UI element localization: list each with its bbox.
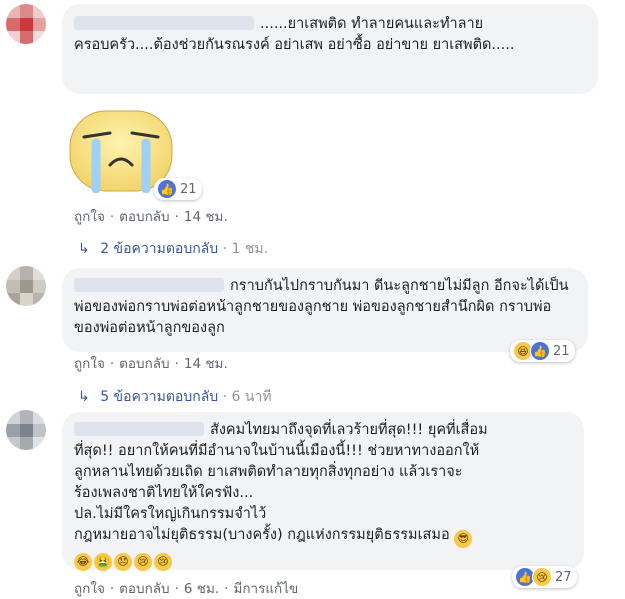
avatar[interactable] <box>6 4 46 44</box>
comment-bubble: ......ยาเสพติด ทำลายคนและทำลายครอบครัว..… <box>62 4 598 94</box>
replies-time: 6 นาที <box>231 389 272 405</box>
comment-bubble: สังคมไทยมาถึงจุดที่เลวร้ายที่สุด!!! ยุคท… <box>62 412 584 571</box>
sunglasses-emoji-icon: 😎 <box>454 530 473 548</box>
sad-reaction-icon: 😢 <box>532 567 552 587</box>
timestamp[interactable]: 6 ชม. <box>184 581 219 597</box>
comment-actions: ถูกใจ · ตอบกลับ · 6 ชม. · มีการแก้ไข <box>74 581 299 597</box>
like-link[interactable]: ถูกใจ <box>74 209 105 225</box>
comment-line: ลูกหลานไทยด้วยเถิด ยาเสพติดทำลายทุกสิ่งท… <box>74 464 463 480</box>
reaction-summary[interactable]: 👍 😢 27 <box>512 566 577 588</box>
joy-emoji-icon: 😂 <box>74 553 92 571</box>
like-link[interactable]: ถูกใจ <box>74 581 105 597</box>
reaction-summary[interactable]: 👍 21 <box>154 178 202 200</box>
replies-label: 2 ข้อความตอบกลับ <box>100 241 219 257</box>
author-name[interactable] <box>74 278 224 292</box>
reaction-summary[interactable]: 😆 👍 21 <box>510 340 575 362</box>
comment-line: สังคมไทยมาถึงจุดที่เลวร้ายที่สุด!!! ยุคท… <box>210 422 488 438</box>
sad-emoji-icon: 😢 <box>134 553 152 571</box>
reply-arrow-icon: ↳ <box>78 241 90 257</box>
vomiting-emoji-icon: 🤮 <box>94 553 112 571</box>
reaction-count: 21 <box>553 343 570 359</box>
comment-line: กฎหมายอาจไม่ยุติธรรม(บางครั้ง) กฎแห่งกรร… <box>74 527 450 543</box>
comment-line: ปล.ไม่มีใครใหญ่เกินกรรมจำไว้ <box>74 506 267 522</box>
replies-time: 1 ชม. <box>231 241 269 257</box>
like-reaction-icon: 👍 <box>157 179 177 199</box>
view-replies-link[interactable]: ↳ 5 ข้อความตอบกลับ · 6 นาที <box>78 386 272 408</box>
replies-label: 5 ข้อความตอบกลับ <box>100 389 219 405</box>
avatar[interactable] <box>6 410 46 450</box>
comment-actions: ถูกใจ · ตอบกลับ · 14 ชม. <box>74 209 228 225</box>
emoji-row: 😂 🤮 😞 😢 😢 <box>74 548 572 571</box>
like-reaction-icon: 👍 <box>530 341 550 361</box>
comment-line: ร้องเพลงชาติไทยให้ใครฟัง... <box>74 485 254 501</box>
reply-link[interactable]: ตอบกลับ <box>119 209 169 225</box>
like-link[interactable]: ถูกใจ <box>74 356 105 372</box>
reply-arrow-icon: ↳ <box>78 389 90 405</box>
avatar[interactable] <box>6 266 46 306</box>
comment-actions: ถูกใจ · ตอบกลับ · 14 ชม. <box>74 356 228 372</box>
reply-link[interactable]: ตอบกลับ <box>119 356 169 372</box>
reaction-count: 27 <box>555 569 572 585</box>
reaction-count: 21 <box>180 181 197 197</box>
edited-label[interactable]: มีการแก้ไข <box>233 581 298 597</box>
comment-line: ที่สุด!! อยากให้คนที่มีอำนาจในบ้านนี้เมื… <box>74 443 480 459</box>
view-replies-link[interactable]: ↳ 2 ข้อความตอบกลับ · 1 ชม. <box>78 238 268 260</box>
disappointed-emoji-icon: 😞 <box>114 553 132 571</box>
timestamp[interactable]: 14 ชม. <box>184 356 228 372</box>
comment-bubble: กราบกันไปกราบกันมา ดีนะลูกชายไม่มีลูก อี… <box>62 268 588 352</box>
timestamp[interactable]: 14 ชม. <box>184 209 228 225</box>
author-name[interactable] <box>74 16 254 30</box>
author-name[interactable] <box>74 422 204 436</box>
reply-link[interactable]: ตอบกลับ <box>119 581 169 597</box>
sad-emoji-icon: 😢 <box>154 553 172 571</box>
